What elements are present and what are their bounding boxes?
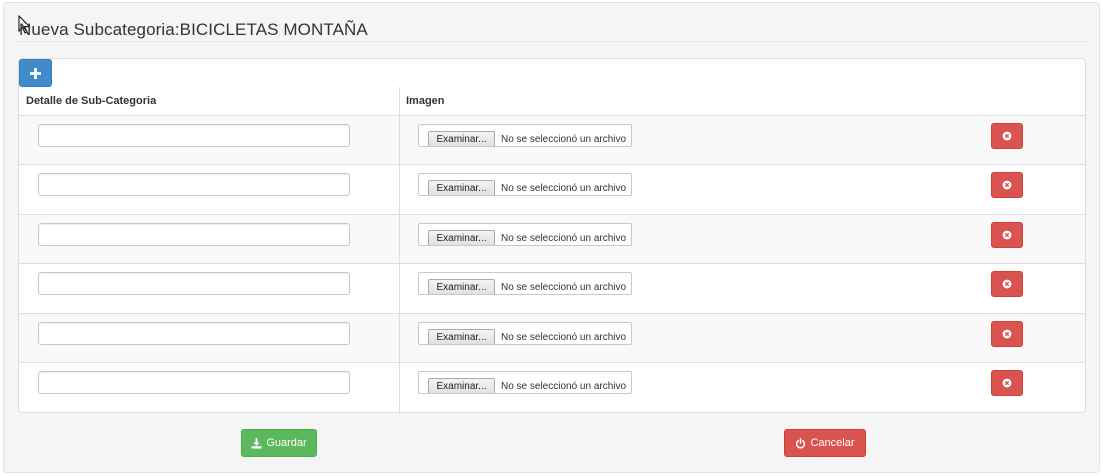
delete-row-button[interactable] (991, 123, 1023, 149)
remove-circle-icon (1002, 230, 1012, 240)
image-file-input[interactable]: Examinar... No se seleccionó un archivo (418, 223, 632, 246)
file-status-text: No se seleccionó un archivo (501, 233, 627, 244)
column-divider (399, 87, 400, 412)
subcategory-detail-input[interactable] (38, 223, 350, 246)
browse-file-button[interactable]: Examinar... (428, 131, 495, 146)
power-icon (796, 437, 806, 448)
delete-row-button[interactable] (991, 370, 1023, 396)
file-status-text: No se seleccionó un archivo (501, 332, 627, 343)
image-file-input[interactable]: Examinar... No se seleccionó un archivo (418, 322, 632, 345)
title-divider (17, 41, 1086, 42)
add-row-button[interactable] (19, 59, 52, 87)
browse-file-button[interactable]: Examinar... (428, 329, 495, 344)
delete-row-button[interactable] (991, 271, 1023, 297)
table-row: Examinar... No se seleccionó un archivo (19, 263, 1085, 313)
remove-circle-icon (1002, 329, 1012, 339)
delete-row-button[interactable] (991, 172, 1023, 198)
image-file-input[interactable]: Examinar... No se seleccionó un archivo (418, 124, 632, 147)
table-row: Examinar... No se seleccionó un archivo (19, 362, 1085, 412)
subcategory-detail-input[interactable] (38, 173, 350, 196)
table-row: Examinar... No se seleccionó un archivo (19, 115, 1085, 165)
image-file-input[interactable]: Examinar... No se seleccionó un archivo (418, 371, 632, 394)
save-button-label: Guardar (266, 437, 307, 449)
image-file-input[interactable]: Examinar... No se seleccionó un archivo (418, 173, 632, 196)
browse-file-button[interactable]: Examinar... (428, 378, 495, 393)
subcategory-detail-input[interactable] (38, 124, 350, 147)
page-title: Nueva Subcategoria:BICICLETAS MONTAÑA (19, 20, 368, 39)
browse-file-button[interactable]: Examinar... (428, 180, 495, 195)
subcategory-detail-input[interactable] (38, 272, 350, 295)
delete-row-button[interactable] (991, 222, 1023, 248)
subcategory-detail-input[interactable] (38, 322, 350, 345)
table-row: Examinar... No se seleccionó un archivo (19, 164, 1085, 214)
plus-icon (30, 67, 41, 79)
file-status-text: No se seleccionó un archivo (501, 134, 627, 145)
image-file-input[interactable]: Examinar... No se seleccionó un archivo (418, 272, 632, 295)
delete-row-button[interactable] (991, 321, 1023, 347)
column-header-image: Imagen (406, 95, 445, 107)
browse-file-button[interactable]: Examinar... (428, 230, 495, 245)
file-status-text: No se seleccionó un archivo (501, 183, 627, 194)
cancel-button-label: Cancelar (810, 437, 855, 449)
remove-circle-icon (1002, 378, 1012, 388)
remove-circle-icon (1002, 180, 1012, 190)
cancel-button[interactable]: Cancelar (784, 429, 866, 457)
table-row: Examinar... No se seleccionó un archivo (19, 313, 1085, 363)
remove-circle-icon (1002, 131, 1012, 141)
save-button[interactable]: Guardar (241, 429, 317, 457)
remove-circle-icon (1002, 279, 1012, 289)
column-header-detail: Detalle de Sub-Categoria (26, 95, 157, 107)
file-status-text: No se seleccionó un archivo (501, 381, 627, 392)
download-icon (251, 437, 262, 449)
table-row: Examinar... No se seleccionó un archivo (19, 214, 1085, 264)
file-status-text: No se seleccionó un archivo (501, 282, 627, 293)
subcategory-detail-input[interactable] (38, 371, 350, 394)
browse-file-button[interactable]: Examinar... (428, 279, 495, 294)
